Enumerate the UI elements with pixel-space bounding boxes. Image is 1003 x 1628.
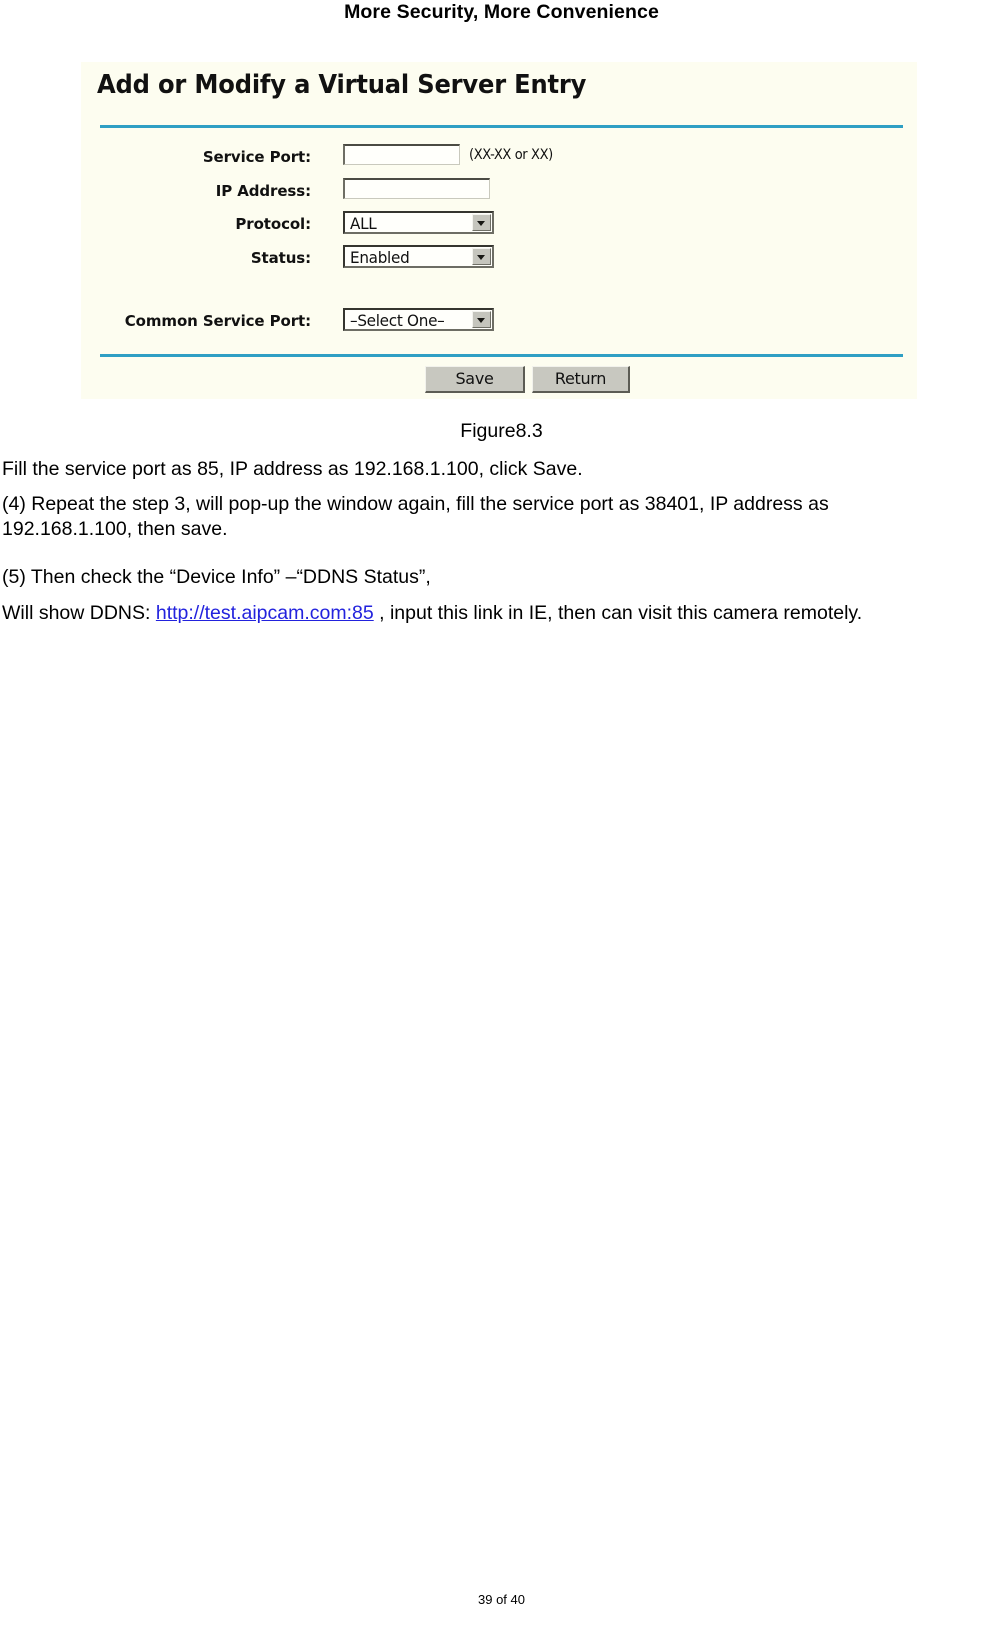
chevron-down-icon[interactable]	[472, 311, 491, 328]
page-number: 39 of 40	[478, 1592, 525, 1607]
form-row-ip-address: IP Address:	[81, 178, 917, 208]
service-port-input[interactable]	[343, 144, 460, 165]
paragraph-ddns: Will show DDNS: http://test.aipcam.com:8…	[2, 601, 968, 626]
paragraph-step-4: (4) Repeat the step 3, will pop-up the w…	[2, 492, 968, 542]
return-button[interactable]: Return	[532, 366, 630, 393]
label-protocol: Protocol:	[235, 215, 311, 233]
chevron-down-icon[interactable]	[472, 214, 491, 231]
label-common-service-port: Common Service Port:	[124, 312, 311, 330]
paragraph-step-4-line-1: (4) Repeat the step 3, will pop-up the w…	[2, 493, 829, 515]
common-service-port-select-value: –Select One–	[350, 311, 445, 330]
label-status: Status:	[250, 249, 311, 267]
status-select[interactable]: Enabled	[343, 245, 494, 268]
form-row-status: Status: Enabled	[81, 245, 917, 275]
divider-bottom	[100, 354, 903, 357]
paragraph-fill-service-port: Fill the service port as 85, IP address …	[2, 458, 583, 480]
form-row-service-port: Service Port: (XX-XX or XX)	[81, 144, 917, 174]
page-title: More Security, More Convenience	[344, 1, 659, 23]
common-service-port-select[interactable]: –Select One–	[343, 308, 494, 331]
protocol-select[interactable]: ALL	[343, 211, 494, 234]
service-port-hint: (XX-XX or XX)	[469, 147, 553, 163]
ip-address-input[interactable]	[343, 178, 490, 199]
figure-caption: Figure8.3	[460, 420, 543, 442]
save-button[interactable]: Save	[425, 366, 525, 393]
chevron-down-icon[interactable]	[472, 248, 491, 265]
panel-title: Add or Modify a Virtual Server Entry	[97, 70, 587, 100]
divider-top	[100, 125, 903, 128]
panel-button-bar: Save Return	[81, 366, 917, 396]
status-select-value: Enabled	[350, 248, 410, 267]
ddns-suffix-text: , input this link in IE, then can visit …	[373, 602, 863, 624]
virtual-server-entry-screenshot: Add or Modify a Virtual Server Entry Ser…	[81, 62, 917, 399]
ddns-link[interactable]: http://test.aipcam.com:85	[156, 602, 374, 624]
paragraph-step-5: (5) Then check the “Device Info” –“DDNS …	[2, 566, 431, 588]
form-row-protocol: Protocol: ALL	[81, 211, 917, 241]
label-service-port: Service Port:	[202, 148, 311, 166]
protocol-select-value: ALL	[350, 214, 377, 233]
ddns-prefix-text: Will show DDNS:	[2, 602, 156, 624]
label-ip-address: IP Address:	[215, 182, 311, 200]
form-row-common-service-port: Common Service Port: –Select One–	[81, 308, 917, 338]
paragraph-step-4-line-2: 192.168.1.100, then save.	[2, 518, 228, 540]
